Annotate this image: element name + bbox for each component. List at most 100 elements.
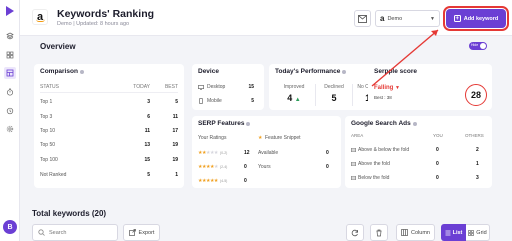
serpple-score-card: Serpple score Falling ▼ Best : 38 28 xyxy=(368,64,492,110)
grid-view-button[interactable]: Grid xyxy=(466,224,490,241)
snippet-heading: ★ Feature Snippet xyxy=(258,135,301,141)
device-row-mobile: Mobile 5 xyxy=(198,98,254,104)
add-keyword-label: Add keyword xyxy=(463,15,499,22)
comparison-row: Top 100 15 19 xyxy=(40,157,178,163)
performance-title: Today's Performance xyxy=(275,68,347,75)
mobile-icon xyxy=(199,98,203,104)
ratings-heading: Your Ratings xyxy=(198,135,227,141)
history-icon[interactable] xyxy=(4,105,16,117)
gads-row: Above & below the fold xyxy=(351,147,409,153)
trash-icon xyxy=(376,229,382,236)
amazon-small-icon: a xyxy=(380,14,385,23)
snippet-available-label: Available xyxy=(258,150,279,156)
gads-you-value: 0 xyxy=(436,161,439,167)
rating-value: 0 xyxy=(244,178,247,184)
plus-icon: + xyxy=(453,15,461,22)
mail-button[interactable] xyxy=(354,10,371,27)
improved-stat: Improved 4 ▲ xyxy=(283,84,305,103)
gads-others-value: 3 xyxy=(476,175,479,181)
rating-value: 12 xyxy=(244,150,250,156)
serpple-status: Falling ▼ xyxy=(374,85,400,91)
dashboard-icon[interactable] xyxy=(4,49,16,61)
add-keyword-button[interactable]: + Add keyword xyxy=(443,6,509,31)
rating-row: ★★★★★ (0-2) xyxy=(198,150,228,156)
comparison-row: Top 10 11 17 xyxy=(40,128,178,134)
comparison-card: Comparison STATUS TODAY BEST Top 135 Top… xyxy=(34,64,184,188)
rating-value: 0 xyxy=(244,164,247,170)
ad-area-icon xyxy=(351,162,356,166)
sidebar: B xyxy=(0,0,20,241)
amazon-logo-icon: a xyxy=(32,9,48,25)
device-title: Device xyxy=(198,68,219,75)
mail-icon xyxy=(358,14,367,23)
export-button[interactable]: Export xyxy=(123,224,160,241)
gads-you-value: 0 xyxy=(436,175,439,181)
page-title: Keywords' Ranking xyxy=(57,8,155,20)
info-icon[interactable] xyxy=(342,69,347,74)
device-row-desktop: Desktop 15 xyxy=(198,84,254,90)
grid-icon xyxy=(468,229,475,236)
timer-icon[interactable] xyxy=(4,86,16,98)
gads-row: Below the fold xyxy=(351,175,389,181)
comparison-header: STATUS TODAY BEST xyxy=(40,84,178,90)
ad-area-icon xyxy=(351,148,356,152)
snippet-yours-value: 0 xyxy=(326,164,329,170)
comparison-row: Top 135 xyxy=(40,99,178,105)
profile-select[interactable]: a Demo ▼ xyxy=(375,10,440,27)
google-ads-title: Google Search Ads xyxy=(351,120,417,127)
gads-row: Above the fold xyxy=(351,161,390,167)
list-view-button[interactable]: List xyxy=(441,224,466,241)
serp-features-title: SERP Features xyxy=(198,120,251,127)
gads-col-you: YOU xyxy=(433,133,443,138)
gads-others-value: 2 xyxy=(476,147,479,153)
google-search-ads-card: Google Search Ads AREA YOU OTHERS Above … xyxy=(345,116,492,188)
gads-you-value: 0 xyxy=(436,147,439,153)
info-icon[interactable] xyxy=(412,121,417,126)
info-icon[interactable] xyxy=(246,121,251,126)
info-icon[interactable] xyxy=(79,69,84,74)
refresh-button[interactable] xyxy=(346,224,364,241)
total-keywords-heading: Total keywords (20) xyxy=(32,209,107,218)
gads-col-others: OTHERS xyxy=(465,133,484,138)
user-avatar[interactable]: B xyxy=(3,220,17,234)
chevron-down-icon: ▼ xyxy=(430,15,435,22)
serpple-title: Serpple score xyxy=(374,68,417,75)
column-button[interactable]: Column xyxy=(396,224,435,241)
serpple-best: Best : 38 xyxy=(374,95,392,100)
search-icon xyxy=(38,229,45,236)
ad-area-icon xyxy=(351,176,356,180)
refresh-icon xyxy=(351,229,358,236)
page-subtitle: Demo | Updated: 8 hours ago xyxy=(57,21,130,27)
snippet-yours-label: Yours xyxy=(258,164,271,170)
device-card: Device Desktop 15 Mobile 5 xyxy=(192,64,264,110)
declined-stat: Declined 5 xyxy=(324,84,344,103)
search-input[interactable] xyxy=(49,229,109,236)
comparison-title: Comparison xyxy=(40,68,84,75)
header: a Keywords' Ranking Demo | Updated: 8 ho… xyxy=(20,0,512,36)
layers-icon[interactable] xyxy=(4,30,16,42)
columns-icon xyxy=(401,229,408,236)
snippet-available-value: 0 xyxy=(326,150,329,156)
overview-hide-toggle[interactable]: Hide xyxy=(469,42,487,50)
rating-row: ★★★★★ (2-4) xyxy=(198,164,228,170)
arrow-up-icon: ▲ xyxy=(294,97,301,103)
export-icon xyxy=(128,229,136,236)
settings-icon[interactable] xyxy=(4,123,16,135)
desktop-icon xyxy=(198,84,204,90)
toggle-label: Hide xyxy=(471,43,479,47)
overview-heading: Overview xyxy=(40,42,76,51)
comparison-row: Top 3 6 11 xyxy=(40,114,178,120)
rankings-icon[interactable] xyxy=(4,67,16,79)
star-icon: ★ xyxy=(258,135,262,141)
list-icon xyxy=(445,230,451,235)
gads-others-value: 1 xyxy=(476,161,479,167)
rating-row: ★★★★★ (4-5) xyxy=(198,178,228,184)
divider xyxy=(40,92,178,93)
serpple-score-value: 28 xyxy=(465,84,487,106)
profile-select-value: Demo xyxy=(387,15,403,22)
app-logo-icon[interactable] xyxy=(4,5,16,17)
delete-button[interactable] xyxy=(370,224,388,241)
comparison-row: Top 50 13 19 xyxy=(40,142,178,148)
search-box[interactable] xyxy=(32,224,118,241)
comparison-row: Not Ranked 5 1 xyxy=(40,172,178,178)
